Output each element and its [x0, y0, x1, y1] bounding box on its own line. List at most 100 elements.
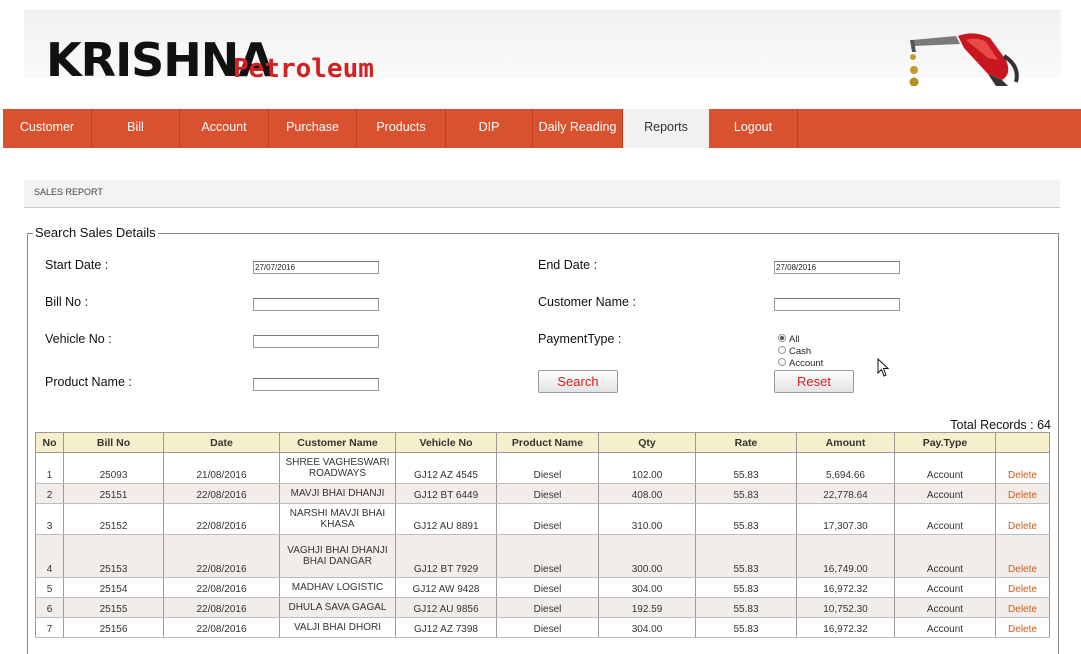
- cell-vehicle-no: GJ12 AZ 4545: [395, 452, 497, 484]
- col-amount[interactable]: Amount: [796, 432, 895, 453]
- cell-date: 22/08/2016: [163, 534, 280, 578]
- search-button[interactable]: Search: [538, 370, 618, 393]
- nav-products[interactable]: Products: [357, 109, 446, 148]
- cell-customer-name: SHREE VAGHESWARI ROADWAYS: [279, 452, 396, 484]
- col-no[interactable]: No: [35, 432, 64, 453]
- col-customer-name[interactable]: Customer Name: [279, 432, 396, 453]
- cell-rate: 55.83: [695, 577, 797, 598]
- cell-date: 22/08/2016: [163, 577, 280, 598]
- table-row: 7 25156 22/08/2016 VALJI BHAI DHORI GJ12…: [35, 617, 1050, 638]
- table-row: 5 25154 22/08/2016 MADHAV LOGISTIC GJ12 …: [35, 577, 1050, 598]
- nav-customer[interactable]: Customer: [3, 109, 92, 148]
- delete-link[interactable]: Delete: [995, 452, 1050, 484]
- end-date-label: End Date :: [538, 258, 598, 272]
- delete-link[interactable]: Delete: [995, 483, 1050, 504]
- mouse-cursor-icon: [877, 358, 890, 377]
- cell-pay-type: Account: [894, 503, 996, 535]
- payment-option-all[interactable]: All: [778, 334, 800, 346]
- cell-vehicle-no: GJ12 AZ 7398: [395, 617, 497, 638]
- radio-account-label: Account: [789, 358, 824, 369]
- col-bill-no[interactable]: Bill No: [63, 432, 164, 453]
- col-rate[interactable]: Rate: [695, 432, 797, 453]
- col-qty[interactable]: Qty: [598, 432, 696, 453]
- nav-purchase[interactable]: Purchase: [269, 109, 357, 148]
- radio-all[interactable]: [778, 334, 786, 342]
- cell-qty: 304.00: [598, 577, 696, 598]
- col-date[interactable]: Date: [163, 432, 280, 453]
- cell-no: 5: [35, 577, 64, 598]
- search-legend: Search Sales Details: [33, 225, 158, 240]
- cell-amount: 17,307.30: [796, 503, 895, 535]
- cell-qty: 408.00: [598, 483, 696, 504]
- cell-no: 6: [35, 597, 64, 618]
- cell-date: 22/08/2016: [163, 597, 280, 618]
- col-pay-type[interactable]: Pay.Type: [894, 432, 996, 453]
- cell-customer-name: MADHAV LOGISTIC: [279, 577, 396, 598]
- delete-link[interactable]: Delete: [995, 617, 1050, 638]
- payment-type-label: PaymentType :: [538, 332, 622, 346]
- radio-cash[interactable]: [778, 346, 786, 354]
- cell-bill-no: 25154: [63, 577, 164, 598]
- cell-amount: 16,972.32: [796, 617, 895, 638]
- cell-qty: 102.00: [598, 452, 696, 484]
- reset-button[interactable]: Reset: [774, 370, 854, 393]
- cell-qty: 304.00: [598, 617, 696, 638]
- col-product-name[interactable]: Product Name: [496, 432, 599, 453]
- cell-product-name: Diesel: [496, 483, 599, 504]
- payment-option-account[interactable]: Account: [778, 358, 823, 370]
- start-date-input[interactable]: 27/07/2016: [253, 261, 379, 274]
- cell-amount: 16,749.00: [796, 534, 895, 578]
- cell-date: 22/08/2016: [163, 503, 280, 535]
- nav-dip[interactable]: DIP: [446, 109, 533, 148]
- cell-amount: 22,778.64: [796, 483, 895, 504]
- cell-rate: 55.83: [695, 617, 797, 638]
- radio-account[interactable]: [778, 358, 786, 366]
- radio-cash-label: Cash: [789, 346, 812, 357]
- cell-amount: 5,694.66: [796, 452, 895, 484]
- cell-rate: 55.83: [695, 483, 797, 504]
- nav-reports[interactable]: Reports: [623, 109, 709, 148]
- nav-account[interactable]: Account: [180, 109, 269, 148]
- cell-vehicle-no: GJ12 BT 6449: [395, 483, 497, 504]
- nav-logout[interactable]: Logout: [709, 109, 798, 148]
- cell-vehicle-no: GJ12 AU 9856: [395, 597, 497, 618]
- delete-link[interactable]: Delete: [995, 503, 1050, 535]
- cell-date: 21/08/2016: [163, 452, 280, 484]
- nav-bill[interactable]: Bill: [92, 109, 180, 148]
- cell-pay-type: Account: [894, 617, 996, 638]
- cell-amount: 16,972.32: [796, 577, 895, 598]
- cell-product-name: Diesel: [496, 597, 599, 618]
- cell-pay-type: Account: [894, 534, 996, 578]
- start-date-label: Start Date :: [45, 258, 109, 272]
- nav-daily-reading[interactable]: Daily Reading: [533, 109, 623, 148]
- cell-bill-no: 25155: [63, 597, 164, 618]
- delete-link[interactable]: Delete: [995, 534, 1050, 578]
- cell-bill-no: 25152: [63, 503, 164, 535]
- cell-date: 22/08/2016: [163, 617, 280, 638]
- vehicle-no-label: Vehicle No :: [45, 332, 112, 346]
- cell-qty: 310.00: [598, 503, 696, 535]
- cell-qty: 300.00: [598, 534, 696, 578]
- cell-product-name: Diesel: [496, 534, 599, 578]
- cell-no: 7: [35, 617, 64, 638]
- delete-link[interactable]: Delete: [995, 577, 1050, 598]
- product-name-input[interactable]: [253, 378, 379, 391]
- customer-name-input[interactable]: [774, 298, 900, 311]
- cell-bill-no: 25093: [63, 452, 164, 484]
- cell-date: 22/08/2016: [163, 483, 280, 504]
- vehicle-no-input[interactable]: [253, 335, 379, 348]
- delete-link[interactable]: Delete: [995, 597, 1050, 618]
- cell-no: 2: [35, 483, 64, 504]
- brand-sub: Petroleum: [233, 54, 374, 84]
- main-nav: Customer Bill Account Purchase Products …: [3, 109, 1081, 148]
- table-row: 3 25152 22/08/2016 NARSHI MAVJI BHAI KHA…: [35, 503, 1050, 535]
- col-vehicle-no[interactable]: Vehicle No: [395, 432, 497, 453]
- end-date-input[interactable]: 27/08/2016: [774, 261, 900, 274]
- payment-option-cash[interactable]: Cash: [778, 346, 811, 358]
- sales-table: No Bill No Date Customer Name Vehicle No…: [35, 432, 1050, 638]
- cell-product-name: Diesel: [496, 452, 599, 484]
- bill-no-input[interactable]: [253, 298, 379, 311]
- cell-pay-type: Account: [894, 452, 996, 484]
- cell-bill-no: 25151: [63, 483, 164, 504]
- cell-product-name: Diesel: [496, 503, 599, 535]
